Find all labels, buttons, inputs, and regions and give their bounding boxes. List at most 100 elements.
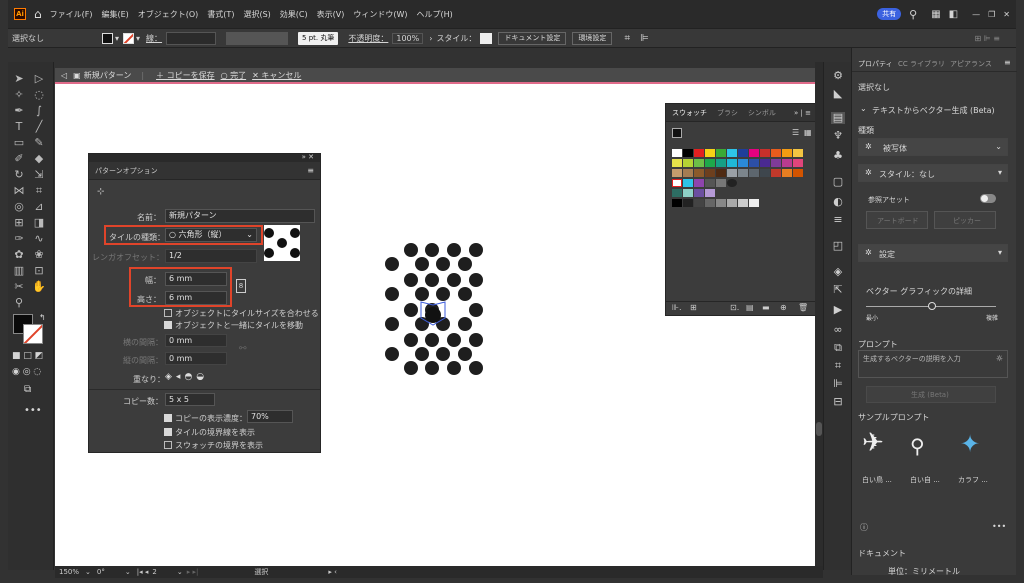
gradient-panel-icon[interactable]: ◐ [831, 196, 845, 208]
sample-bicycle-icon[interactable]: ⚲ [910, 434, 925, 458]
picker-button[interactable]: ピッカー [934, 211, 996, 229]
show-tile-edge-checkbox[interactable]: タイルの境界線を表示 [164, 427, 255, 438]
arrange-icon[interactable]: ▦ [931, 9, 940, 20]
stroke-weight-field[interactable] [166, 31, 217, 45]
actions-icon[interactable]: ▶ [831, 304, 845, 316]
chevron-down-icon[interactable]: ⌄ [177, 568, 183, 576]
menu-edit[interactable]: 編集(E) [101, 9, 128, 20]
panel-options-icon[interactable]: ⊞ ⊫ ≡ [975, 34, 1000, 43]
zoom-tool-icon[interactable]: ⚲ [12, 296, 26, 310]
sample-bird-icon[interactable]: ✈ [862, 428, 884, 458]
new-color-group-icon[interactable]: ▤ [746, 303, 754, 312]
generate-button[interactable]: 生成 (Beta) [866, 386, 996, 403]
align-icon[interactable]: ⊫ [640, 33, 649, 44]
align-panel-icon[interactable]: ⊫ [831, 378, 845, 390]
shape-builder-tool-icon[interactable]: ◎ [12, 200, 26, 214]
list-view-icon[interactable]: ☰ [792, 128, 799, 137]
restore-icon[interactable]: ❐ [988, 10, 995, 19]
panel-tab-pattern-options[interactable]: パターンオプション [95, 166, 158, 176]
swap-icon[interactable]: ↰ [39, 313, 46, 322]
color-mode-icon[interactable]: ■ □ ◩ [12, 351, 43, 361]
panel-menu-icon[interactable]: ≡ [1004, 58, 1011, 67]
direct-selection-tool-icon[interactable]: ▷ [32, 72, 46, 86]
pathfinder-icon[interactable]: ⧉ [831, 342, 845, 354]
swatch-fill-stroke-icon[interactable] [672, 128, 682, 138]
swatch-options-icon[interactable]: ⊡. [730, 303, 739, 312]
collapse-icon[interactable]: » ✕ [302, 153, 314, 161]
transparency-icon[interactable]: ≡ [831, 214, 845, 226]
menu-window[interactable]: ウィンドウ(W) [353, 9, 407, 20]
tab-brushes[interactable]: ブラシ [717, 108, 738, 118]
next-page-icon[interactable]: ▸ ▸| [187, 568, 199, 576]
panel-menu-icon[interactable]: ≡ [307, 166, 314, 175]
text-to-vector-heading[interactable]: テキストからベクター生成 (Beta) [872, 105, 995, 116]
shaper-tool-icon[interactable]: ✐ [12, 152, 26, 166]
share-button[interactable]: 共有 [877, 8, 902, 20]
settings-section[interactable]: ✲ 設定 ▾ [858, 244, 1008, 262]
chevron-down-icon[interactable]: ▾ [115, 34, 119, 43]
mesh-tool-icon[interactable]: ⊞ [12, 216, 26, 230]
type-tool-icon[interactable]: T [12, 120, 26, 134]
detail-slider[interactable] [866, 302, 996, 310]
reference-asset-toggle[interactable] [980, 194, 996, 203]
paintbrush-tool-icon[interactable]: ✎ [32, 136, 46, 150]
link-icon[interactable]: 8 [236, 279, 246, 293]
menu-object[interactable]: オブジェクト(O) [138, 9, 199, 20]
show-swatch-bounds-checkbox[interactable]: スウォッチの境界を表示 [164, 440, 263, 451]
sample-rocket-icon[interactable]: ✦ [960, 430, 980, 458]
home-icon[interactable]: ⌂ [34, 7, 42, 21]
selection-tool-icon[interactable]: ➤ [12, 72, 26, 86]
eyedropper-tool-icon[interactable]: ✑ [12, 232, 26, 246]
export-icon[interactable]: ⇱ [831, 284, 845, 296]
vertical-scrollbar[interactable] [815, 62, 823, 570]
eraser-tool-icon[interactable]: ◆ [32, 152, 46, 166]
tab-cc-libraries[interactable]: CC ライブラリ [898, 59, 945, 69]
panel-titlebar[interactable]: » ✕ [89, 153, 320, 162]
layers-icon[interactable]: ◈ [831, 266, 845, 278]
graphic-style-swatch[interactable] [480, 32, 493, 44]
slice-tool-icon[interactable]: ✂ [12, 280, 26, 294]
unit-select[interactable]: 単位：ミリメートル [888, 566, 960, 577]
brush-field[interactable]: 5 pt. 丸筆 [298, 31, 339, 45]
document-setup-button[interactable]: ドキュメント設定 [498, 31, 567, 45]
status-arrow-icon[interactable]: ▸ ‹ [328, 568, 337, 576]
transform-panel-icon[interactable]: ⌗ [831, 360, 845, 372]
close-icon[interactable]: ✕ [1003, 10, 1010, 19]
tile-edit-icon[interactable]: ⊹ [97, 187, 105, 197]
panel-menu-icon[interactable]: » | ≡ [794, 109, 811, 117]
info-icon[interactable]: ⓘ [860, 522, 868, 533]
save-copy-button[interactable]: ＋ コピーを保存 [156, 70, 215, 81]
dim-copies-checkbox[interactable]: コピーの表示濃度： [164, 413, 247, 424]
swatches-icon[interactable]: ▤ [831, 112, 845, 124]
fill-swatch[interactable] [102, 32, 113, 44]
opacity-field[interactable]: 100% [392, 32, 424, 44]
hand-tool-icon[interactable]: ✋ [32, 280, 46, 294]
asset-export-icon[interactable]: ⊟ [831, 396, 845, 408]
tab-swatches[interactable]: スウォッチ [672, 108, 707, 118]
free-transform-tool-icon[interactable]: ⌗ [32, 184, 46, 198]
blend-tool-icon[interactable]: ∿ [32, 232, 46, 246]
swatch-grid[interactable] [672, 149, 814, 209]
gradient-tool-icon[interactable]: ◨ [32, 216, 46, 230]
style-select[interactable]: ✲ スタイル：なし ▾ [858, 164, 1008, 182]
menu-effect[interactable]: 効果(C) [280, 9, 308, 20]
back-arrow-icon[interactable]: ◁ [61, 71, 67, 80]
slider-knob[interactable] [928, 302, 936, 310]
lasso-tool-icon[interactable]: ◌ [32, 88, 46, 102]
preferences-button[interactable]: 環境設定 [572, 31, 613, 45]
links-icon[interactable]: ∞ [831, 324, 845, 336]
done-button[interactable]: ○ 完了 [221, 70, 247, 81]
swatch-library-icon[interactable]: ⊪. [672, 303, 682, 312]
scroll-thumb[interactable] [816, 422, 822, 436]
width-tool-icon[interactable]: ⋈ [12, 184, 26, 198]
show-kind-icon[interactable]: ⊞ [690, 303, 697, 312]
chevron-right-icon[interactable]: › [429, 34, 432, 43]
tab-properties[interactable]: プロパティ [858, 59, 893, 69]
artboards-icon[interactable]: ◰ [831, 240, 845, 252]
perspective-grid-tool-icon[interactable]: ⊿ [32, 200, 46, 214]
workspace-icon[interactable]: ◧ [949, 9, 958, 20]
minimize-icon[interactable]: — [972, 10, 980, 19]
symbol-tool-icon[interactable]: ❀ [32, 248, 46, 262]
chevron-down-icon[interactable]: ⌄ [85, 568, 91, 576]
search-icon[interactable]: ⚲ [909, 8, 917, 21]
